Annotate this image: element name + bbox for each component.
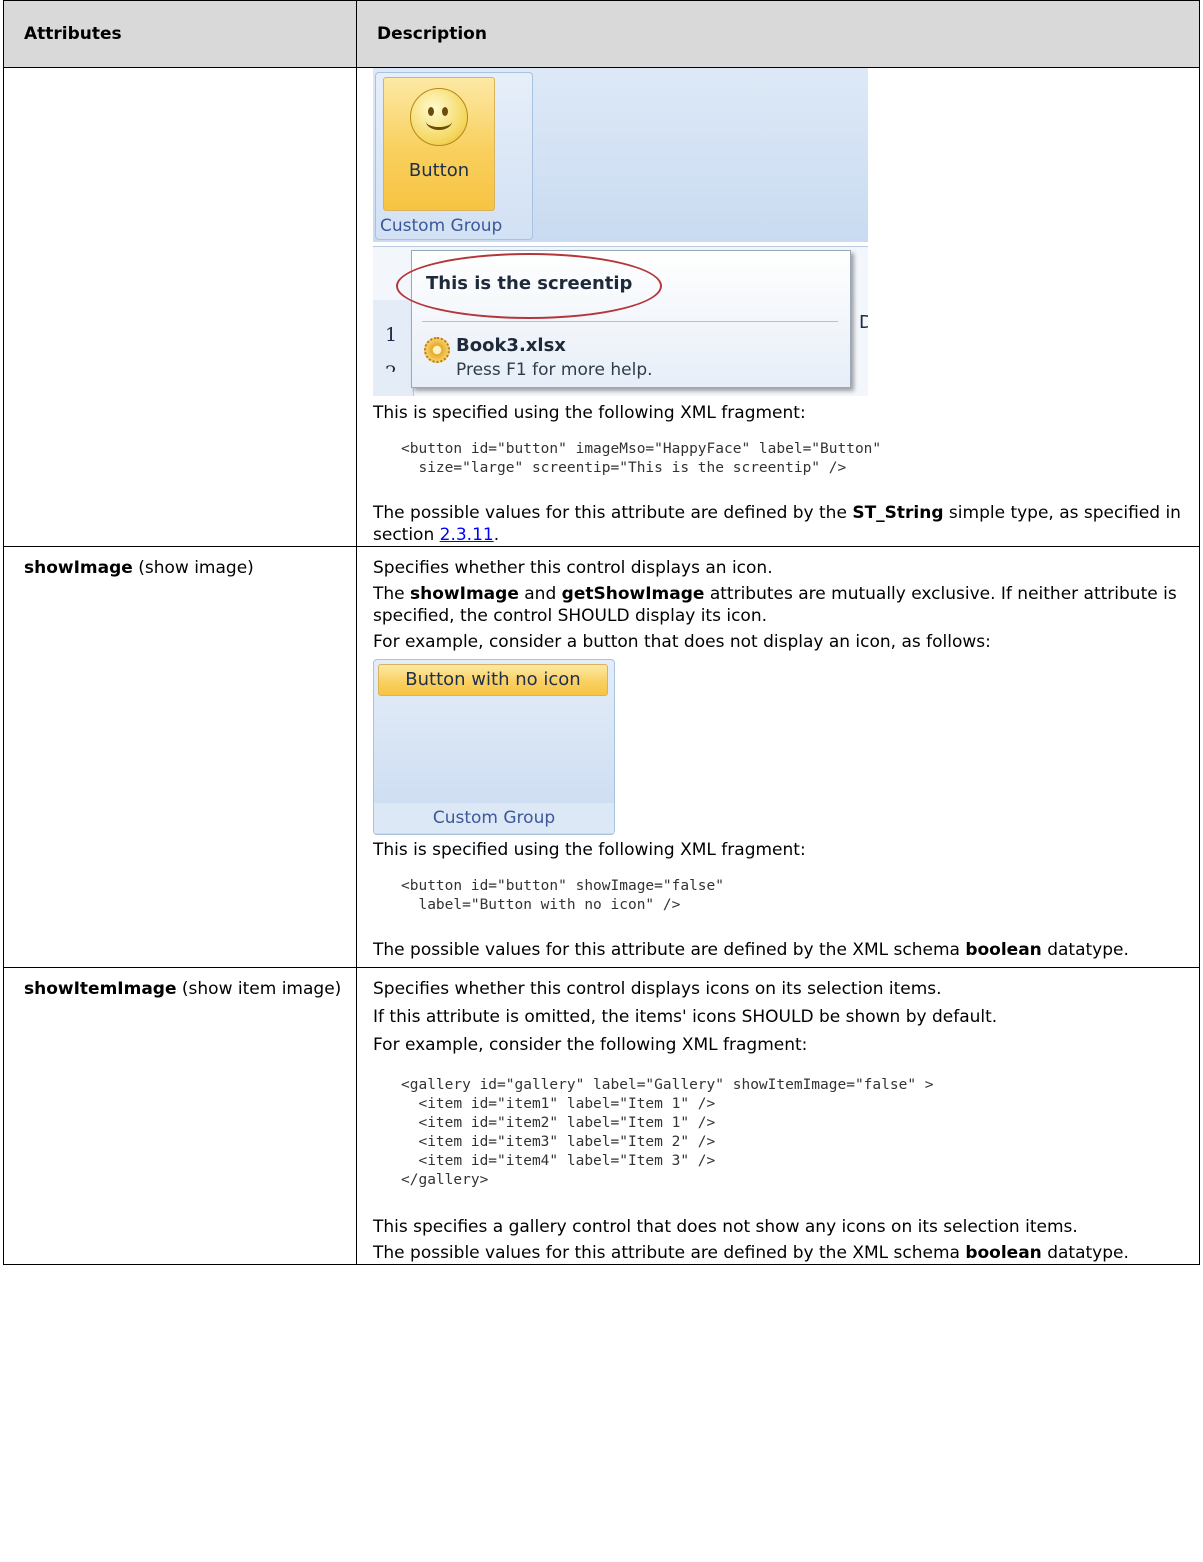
description-paragraph: This specifies a gallery control that do… xyxy=(373,1217,1078,1237)
screentip-title: This is the screentip xyxy=(426,273,633,294)
happy-face-icon xyxy=(410,88,468,146)
ribbon-group-label: Custom Group xyxy=(374,803,614,833)
description-paragraph: For example, consider the following XML … xyxy=(373,1035,808,1055)
description-paragraph: The showImage and getShowImage attribute… xyxy=(373,584,1177,626)
attribute-name: showImage xyxy=(24,558,133,578)
attributes-table: Attributes Description Button Custom Gro… xyxy=(3,0,1200,1265)
screentip-file-name: Book3.xlsx xyxy=(456,335,566,356)
values-note: The possible values for this attribute a… xyxy=(373,940,1129,960)
table-row: Button Custom Group 1 2 D This is the sc… xyxy=(3,67,1200,547)
screentip-separator xyxy=(422,321,838,322)
attribute-cell-empty xyxy=(3,67,357,547)
type-name: boolean xyxy=(965,940,1042,960)
screentip-help-text: Press F1 for more help. xyxy=(456,360,653,380)
xml-code: <button id="button" imageMso="HappyFace"… xyxy=(401,441,882,476)
xml-intro: This is specified using the following XM… xyxy=(373,403,806,423)
description-paragraph: Specifies whether this control displays … xyxy=(373,558,773,578)
screentip-popup: This is the screentip Book3.xlsx Press F… xyxy=(396,250,851,388)
ribbon-button: Button xyxy=(383,77,495,211)
type-name: ST_String xyxy=(852,503,944,523)
xml-code: <gallery id="gallery" label="Gallery" sh… xyxy=(401,1077,934,1188)
attribute-description: (show image) xyxy=(132,558,254,578)
ribbon-button-no-icon: Button with no icon xyxy=(378,664,608,696)
row-number: 2 xyxy=(385,362,397,372)
header-description: Description xyxy=(356,0,1200,68)
values-note: The possible values for this attribute a… xyxy=(373,1243,1129,1263)
addin-gear-icon xyxy=(424,337,450,363)
description-cell: Button Custom Group 1 2 D This is the sc… xyxy=(356,67,1200,547)
xml-code: <button id="button" showImage="false" la… xyxy=(401,878,725,913)
attribute-description: (show item image) xyxy=(176,979,342,999)
values-note: The possible values for this attribute a… xyxy=(373,503,1181,545)
table-row: showImage (show image) Specifies whether… xyxy=(3,546,1200,968)
attribute-cell: showImage (show image) xyxy=(3,546,357,968)
description-paragraph: Specifies whether this control displays … xyxy=(373,979,942,999)
ribbon-group: Button Custom Group xyxy=(375,72,533,240)
section-link[interactable]: 2.3.11 xyxy=(440,525,494,545)
screentip-screenshot: Button Custom Group 1 2 D This is the sc… xyxy=(373,68,868,396)
table-header-row: Attributes Description xyxy=(3,0,1200,68)
ribbon-button-label: Button xyxy=(408,160,470,181)
row-headers: 1 2 xyxy=(373,300,414,396)
attribute-cell: showItemImage (show item image) xyxy=(3,967,357,1265)
description-paragraph: If this attribute is omitted, the items'… xyxy=(373,1007,998,1027)
header-attributes: Attributes xyxy=(3,0,357,68)
ribbon-group-label: Custom Group xyxy=(380,216,503,236)
attribute-name: showItemImage xyxy=(24,979,177,999)
description-paragraph: For example, consider a button that does… xyxy=(373,632,991,652)
table-row: showItemImage (show item image) Specifie… xyxy=(3,967,1200,1265)
description-cell: Specifies whether this control displays … xyxy=(356,546,1200,968)
column-letter: D xyxy=(859,312,868,333)
row-number: 1 xyxy=(385,324,398,346)
xml-intro: This is specified using the following XM… xyxy=(373,840,806,860)
no-icon-button-screenshot: Button with no icon Custom Group xyxy=(373,659,615,835)
description-cell: Specifies whether this control displays … xyxy=(356,967,1200,1265)
type-name: boolean xyxy=(965,1243,1042,1263)
